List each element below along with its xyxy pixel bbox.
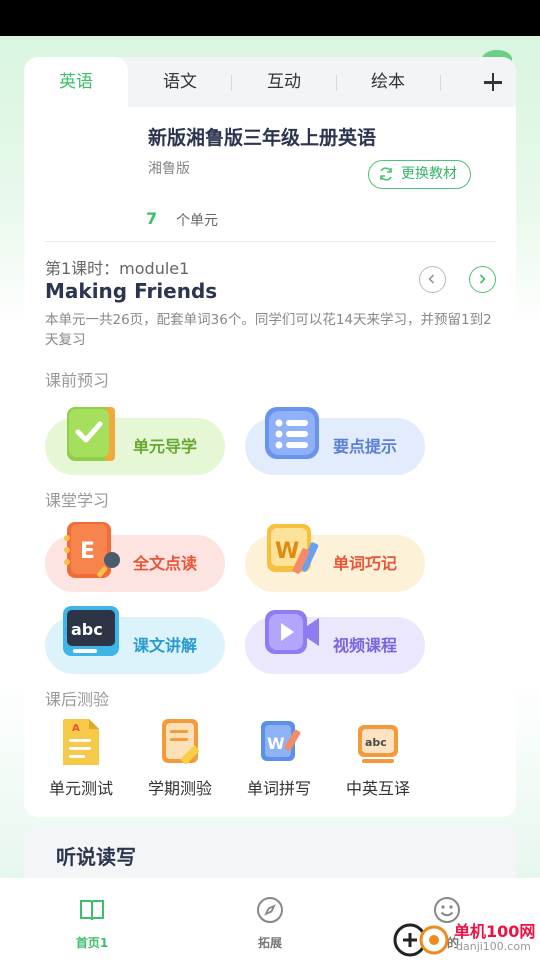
unit-guide-button[interactable]: 单元导学: [45, 407, 225, 475]
status-bar: [0, 0, 540, 36]
nav-explore[interactable]: 拓展: [230, 896, 310, 951]
video-course-button[interactable]: 视频课程: [245, 610, 425, 674]
textbook-card: 英语 语文 互动 绘本 新版湘鲁版三年级上册英语 湘鲁版 更换教材 7 个单元 …: [24, 57, 516, 817]
key-points-button[interactable]: 要点提示: [245, 407, 425, 475]
full-reading-label: 全文点读: [133, 554, 198, 573]
unit-guide-label: 单元导学: [133, 437, 198, 456]
svg-text:W: W: [275, 539, 299, 564]
section-preview-title: 课前预习: [45, 371, 110, 390]
book-publisher: 湘鲁版: [148, 161, 190, 177]
add-tab-button[interactable]: [478, 67, 508, 97]
semester-test-label: 学期测验: [147, 779, 212, 798]
book-icon: [80, 900, 104, 921]
tab-separator: [440, 75, 441, 91]
semester-test-button[interactable]: 学期测验: [140, 717, 220, 807]
tab-picture-book[interactable]: 绘本: [336, 57, 440, 107]
tab-english[interactable]: 英语: [24, 57, 128, 107]
svg-text:abc: abc: [365, 736, 387, 749]
section-title: 听说读写: [56, 845, 136, 869]
notebook-check-icon: [67, 407, 115, 461]
video-course-label: 视频课程: [333, 636, 398, 655]
unit-count: 7: [146, 209, 158, 228]
blackboard-abc-icon: abc: [63, 606, 119, 656]
svg-text:W: W: [267, 734, 285, 753]
watermark-url: danji100.com: [456, 940, 531, 953]
refresh-icon: [380, 167, 392, 181]
unit-count-label: 个单元: [176, 213, 218, 229]
chevron-left-icon: [428, 274, 435, 284]
nav-explore-label: 拓展: [257, 936, 282, 950]
subject-tabs: 英语 语文 互动 绘本: [24, 57, 516, 107]
svg-text:E: E: [80, 539, 95, 564]
nav-home[interactable]: 首页1: [52, 896, 132, 951]
listening-speaking-section: 听说读写: [24, 826, 516, 886]
site-watermark: 单机100网 danji100.com: [390, 914, 540, 960]
translate-board-icon: abc: [358, 725, 398, 763]
chevron-right-icon: [479, 274, 486, 284]
book-title: 新版湘鲁版三年级上册英语: [148, 127, 377, 149]
word-spelling-icon: W: [261, 721, 301, 761]
unit-test-button[interactable]: A 单元测试: [41, 717, 121, 807]
previous-lesson-button[interactable]: [419, 266, 446, 293]
section-after-title: 课后测验: [45, 690, 110, 709]
tab-interactive[interactable]: 互动: [232, 57, 336, 107]
tab-chinese[interactable]: 语文: [128, 57, 232, 107]
watermark-logo-icon: [393, 923, 449, 957]
watermark-text: 单机100网: [454, 922, 536, 941]
lesson-label: 第1课时：module1: [45, 259, 190, 278]
word-spelling-button[interactable]: W 单词拼写: [239, 717, 319, 807]
compass-icon: [257, 897, 283, 923]
video-camera-icon: [265, 610, 319, 654]
lesson-title: Making Friends: [45, 279, 218, 303]
next-lesson-button[interactable]: [469, 266, 496, 293]
test-paper-icon: A: [63, 719, 99, 765]
word-spelling-label: 单词拼写: [246, 779, 311, 798]
section-classroom-title: 课堂学习: [45, 491, 110, 510]
full-reading-button[interactable]: E 全文点读: [45, 522, 225, 592]
translation-button[interactable]: abc 中英互译: [338, 717, 418, 807]
translation-label: 中英互译: [345, 779, 410, 798]
test-pencil-icon: [162, 719, 200, 765]
svg-text:abc: abc: [71, 620, 103, 639]
svg-text:A: A: [72, 723, 80, 734]
divider: [44, 241, 496, 242]
text-explain-label: 课文讲解: [133, 636, 198, 655]
unit-test-label: 单元测试: [48, 779, 113, 798]
lesson-description: 本单元一共26页，配套单词36个。同学们可以花14天来学习，并预留1到2天复习: [45, 312, 492, 348]
book-microphone-icon: E: [64, 522, 120, 578]
nav-home-label: 首页1: [75, 936, 109, 950]
text-explain-button[interactable]: abc 课文讲解: [45, 606, 225, 674]
list-icon: [265, 407, 319, 459]
switch-textbook-label: 更换教材: [401, 166, 457, 182]
switch-textbook-button[interactable]: 更换教材: [368, 160, 471, 189]
word-pencil-icon: W: [267, 524, 319, 574]
word-memory-label: 单词巧记: [333, 554, 398, 573]
word-memory-button[interactable]: W 单词巧记: [245, 524, 425, 592]
key-points-label: 要点提示: [333, 437, 398, 456]
